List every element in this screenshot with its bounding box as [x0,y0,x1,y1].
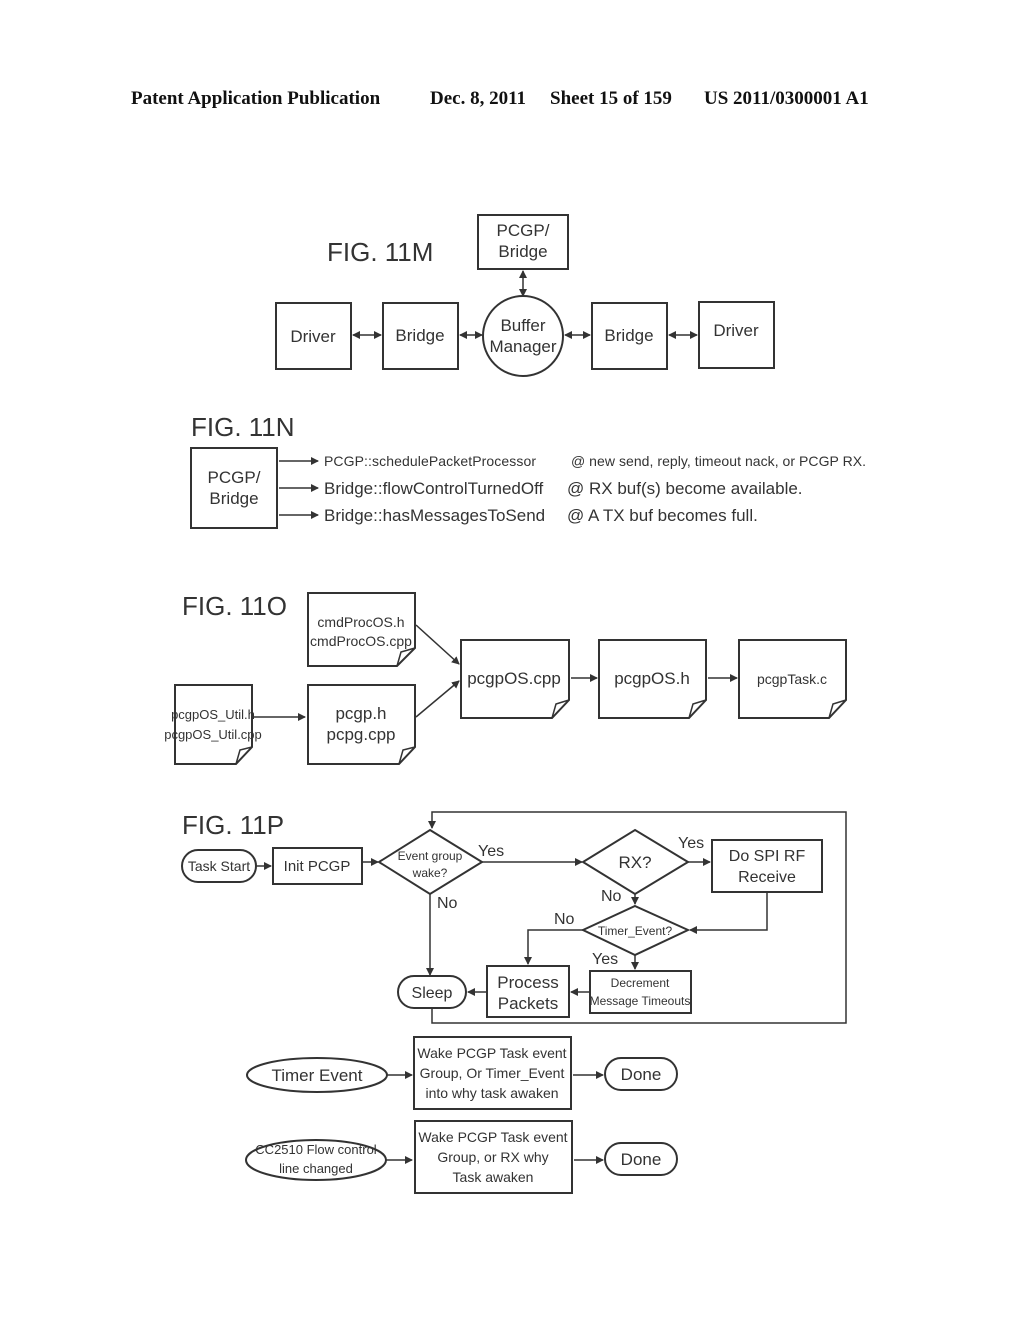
yes-label: Yes [678,835,704,852]
fig-11p-title: FIG. 11P [182,810,284,840]
arrow [524,929,583,965]
fig-11m: FIG. 11M PCGP/ Bridge Driver Bridge Buff… [275,214,775,377]
fig-11n: FIG. 11N PCGP/ Bridge PCGP::schedulePack… [190,412,866,529]
wake-label: into why task awaken [425,1085,558,1101]
done-label: Done [621,1065,662,1084]
patent-figures: FIG. 11M PCGP/ Bridge Driver Bridge Buff… [164,214,866,1194]
left-bridge-label: Bridge [395,326,444,345]
file-label: pcgpTask.c [757,671,827,687]
left-driver-label: Driver [290,327,336,346]
task-start-label: Task Start [188,858,250,874]
decrement-label: Message Timeouts [590,994,691,1008]
sleep-label: Sleep [412,985,453,1002]
decision-label: RX? [618,853,651,872]
file-util [174,684,253,765]
decision-label: Timer_Event? [598,924,673,938]
file-label: cmdProcOS.h [317,614,404,630]
pcgp-bridge-label-1: PCGP/ [497,221,550,240]
file-label: cmdProcOS.cpp [310,633,412,649]
no-label: No [437,895,458,912]
arrow [415,624,460,665]
right-driver-label: Driver [713,321,759,340]
file-label: pcgpOS_Util.h [171,707,255,722]
file-label: pcgp.h [335,704,386,723]
callback-condition: @ A TX buf becomes full. [567,506,758,525]
file-label: pcgpOS.h [614,669,690,688]
no-label: No [554,911,575,928]
cc2510-label: CC2510 Flow control [255,1142,376,1157]
fig-11p: FIG. 11P Task Start Init PCGP Event grou… [181,810,847,1194]
wake-label: Group, or RX why [437,1149,548,1165]
yes-label: Yes [592,951,618,968]
wake-label: Wake PCGP Task event [417,1045,566,1061]
buffer-manager-label-1: Buffer [500,316,545,335]
file-label: pcpg.cpp [327,725,396,744]
file-label: pcgpOS_Util.cpp [164,727,262,742]
done-label: Done [621,1150,662,1169]
spi-label: Do SPI RF [729,848,806,865]
spi-label: Receive [738,869,796,886]
wake-label: Wake PCGP Task event [418,1129,567,1145]
callback-condition: @ RX buf(s) become available. [567,479,803,498]
process-label: Process [497,973,558,992]
callback-name: PCGP::schedulePacketProcessor [324,453,536,469]
fig-11n-title: FIG. 11N [191,412,295,442]
timer-event-label: Timer Event [271,1066,362,1085]
fig-11m-title: FIG. 11M [327,237,433,267]
arrow [415,680,460,718]
pcgp-bridge-label-2: Bridge [498,242,547,261]
file-label: pcgpOS.cpp [467,669,561,688]
buffer-manager-label-2: Manager [489,337,556,356]
callback-name: Bridge::flowControlTurnedOff [324,479,543,498]
no-label: No [601,888,622,905]
decrement-label: Decrement [611,976,670,990]
decision-label: wake? [412,866,448,880]
cc2510-label: line changed [279,1161,353,1176]
pcgp-bridge-label-1: PCGP/ [208,468,261,487]
buffer-manager-circle [482,295,564,377]
arrow [689,892,768,934]
fig-11o-title: FIG. 11O [182,591,287,621]
yes-label: Yes [478,843,504,860]
process-label: Packets [498,994,558,1013]
callback-condition: @ new send, reply, timeout nack, or PCGP… [571,453,866,469]
fig-11o: FIG. 11O cmdProcOS.h cmdProcOS.cpp pcgpO… [164,591,847,765]
decision-label: Event group [398,849,463,863]
callback-name: Bridge::hasMessagesToSend [324,506,545,525]
init-pcgp-label: Init PCGP [284,858,351,875]
pcgp-bridge-box [190,447,278,529]
right-bridge-label: Bridge [604,326,653,345]
wake-label: Group, Or Timer_Event [420,1065,565,1081]
wake-label: Task awaken [453,1169,534,1185]
pcgp-bridge-label-2: Bridge [209,489,258,508]
